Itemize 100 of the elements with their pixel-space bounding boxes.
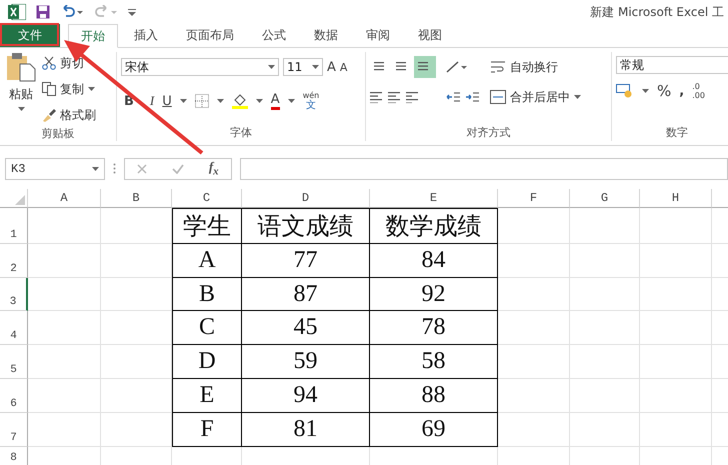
empty-cell[interactable] (498, 311, 570, 345)
orientation-icon[interactable] (446, 60, 468, 74)
name-box[interactable]: K3 (5, 158, 105, 180)
empty-cell[interactable] (498, 345, 570, 379)
dropdown-icon[interactable] (312, 65, 319, 69)
formula-input[interactable] (240, 158, 728, 180)
empty-cell[interactable] (570, 278, 640, 311)
increase-decimal-button[interactable]: .0 .00 (692, 82, 705, 100)
empty-cell[interactable] (640, 311, 712, 345)
copy-button[interactable]: 复制 (60, 80, 84, 98)
merge-center-icon[interactable] (490, 90, 506, 104)
wrap-text-button[interactable]: 自动换行 (510, 58, 558, 76)
empty-cell[interactable] (28, 244, 101, 278)
ribbon-tab[interactable]: 视图 (406, 24, 454, 47)
align-center-icon[interactable] (388, 91, 402, 103)
phonetic-button[interactable]: wén (302, 91, 320, 100)
column-header[interactable]: G (570, 189, 640, 208)
row-header[interactable]: 7 (0, 413, 28, 447)
dropdown-icon[interactable] (256, 99, 263, 103)
row-header[interactable]: 8 (0, 447, 28, 465)
column-header[interactable]: C (172, 189, 242, 208)
shrink-font-button[interactable]: A (340, 60, 348, 74)
empty-cell[interactable] (28, 311, 101, 345)
dropdown-icon[interactable] (88, 87, 95, 91)
dropdown-icon[interactable] (180, 99, 187, 103)
empty-cell[interactable] (28, 345, 101, 379)
row-header[interactable]: 5 (0, 345, 28, 379)
empty-cell[interactable] (101, 208, 172, 244)
empty-cell[interactable] (570, 413, 640, 447)
empty-cell[interactable] (570, 208, 640, 244)
paste-icon[interactable] (6, 52, 36, 82)
insert-function-button[interactable]: f$_{x}$ (208, 159, 219, 178)
comma-button[interactable]: , (679, 84, 684, 98)
column-header[interactable]: E (370, 189, 498, 208)
column-header[interactable]: A (28, 189, 101, 208)
percent-button[interactable]: % (657, 82, 672, 100)
row-header[interactable]: 1 (0, 208, 28, 244)
fill-color-icon[interactable] (232, 93, 248, 109)
empty-cell[interactable] (498, 379, 570, 413)
column-header[interactable]: B (101, 189, 172, 208)
scissors-icon[interactable] (42, 56, 56, 70)
customize-toolbar-icon[interactable] (128, 8, 136, 16)
empty-cell[interactable] (28, 379, 101, 413)
wrap-text-icon[interactable] (490, 60, 506, 74)
dropdown-icon[interactable] (642, 89, 649, 93)
empty-cell[interactable] (498, 278, 570, 311)
empty-cell[interactable] (28, 278, 101, 311)
save-icon[interactable] (36, 5, 50, 19)
number-format-field[interactable]: 常规 (616, 56, 728, 74)
empty-cell[interactable] (101, 413, 172, 447)
cancel-icon[interactable] (137, 164, 148, 174)
empty-cell[interactable] (570, 379, 640, 413)
empty-cell[interactable] (28, 413, 101, 447)
copy-icon[interactable] (42, 82, 56, 96)
empty-cell[interactable] (498, 208, 570, 244)
row-header[interactable]: 2 (0, 244, 28, 278)
select-all-icon[interactable] (15, 195, 25, 205)
empty-cell[interactable] (640, 278, 712, 311)
empty-cell[interactable] (498, 413, 570, 447)
row-header[interactable]: 6 (0, 379, 28, 413)
brush-icon[interactable] (42, 108, 56, 122)
indent-icon[interactable] (446, 91, 480, 103)
check-icon[interactable] (172, 164, 184, 174)
row-header[interactable]: 3 (0, 278, 28, 311)
font-size-field[interactable]: 11 (283, 58, 323, 76)
empty-cell[interactable] (640, 345, 712, 379)
empty-cell[interactable] (498, 244, 570, 278)
ribbon-tab[interactable]: 页面布局 (174, 24, 246, 47)
row-header[interactable]: 4 (0, 311, 28, 345)
empty-cell[interactable] (570, 311, 640, 345)
dropdown-icon[interactable] (268, 65, 275, 69)
empty-cell[interactable] (101, 244, 172, 278)
empty-cell[interactable] (101, 379, 172, 413)
spreadsheet-logo-icon[interactable] (8, 4, 26, 20)
empty-cell[interactable] (640, 379, 712, 413)
empty-cell[interactable] (570, 345, 640, 379)
empty-cell[interactable] (640, 244, 712, 278)
currency-icon[interactable] (616, 84, 634, 98)
empty-cell[interactable] (640, 208, 712, 244)
vertical-align-button[interactable] (414, 56, 436, 78)
empty-cell[interactable] (101, 311, 172, 345)
format-painter-button[interactable]: 格式刷 (60, 106, 96, 124)
ribbon-tab[interactable]: 数据 (302, 24, 350, 47)
dropdown-icon[interactable] (288, 99, 295, 103)
ribbon-tab[interactable]: 审阅 (354, 24, 402, 47)
ribbon-tab[interactable]: 公式 (250, 24, 298, 47)
dropdown-icon[interactable] (18, 107, 24, 111)
italic-button[interactable]: I (150, 93, 154, 109)
paste-button[interactable]: 粘贴 (9, 86, 33, 103)
merge-center-button[interactable]: 合并后居中 (510, 88, 570, 106)
empty-cell[interactable] (28, 208, 101, 244)
dropdown-icon[interactable] (92, 166, 99, 170)
ribbon-tab[interactable]: 开始 (68, 24, 118, 48)
underline-button[interactable]: U (162, 94, 172, 108)
empty-cell[interactable] (101, 278, 172, 311)
empty-cell[interactable] (570, 244, 640, 278)
font-name-field[interactable]: 宋体 (121, 58, 279, 76)
borders-icon[interactable] (194, 94, 209, 108)
empty-cell[interactable] (640, 413, 712, 447)
align-right-icon[interactable] (406, 91, 420, 103)
